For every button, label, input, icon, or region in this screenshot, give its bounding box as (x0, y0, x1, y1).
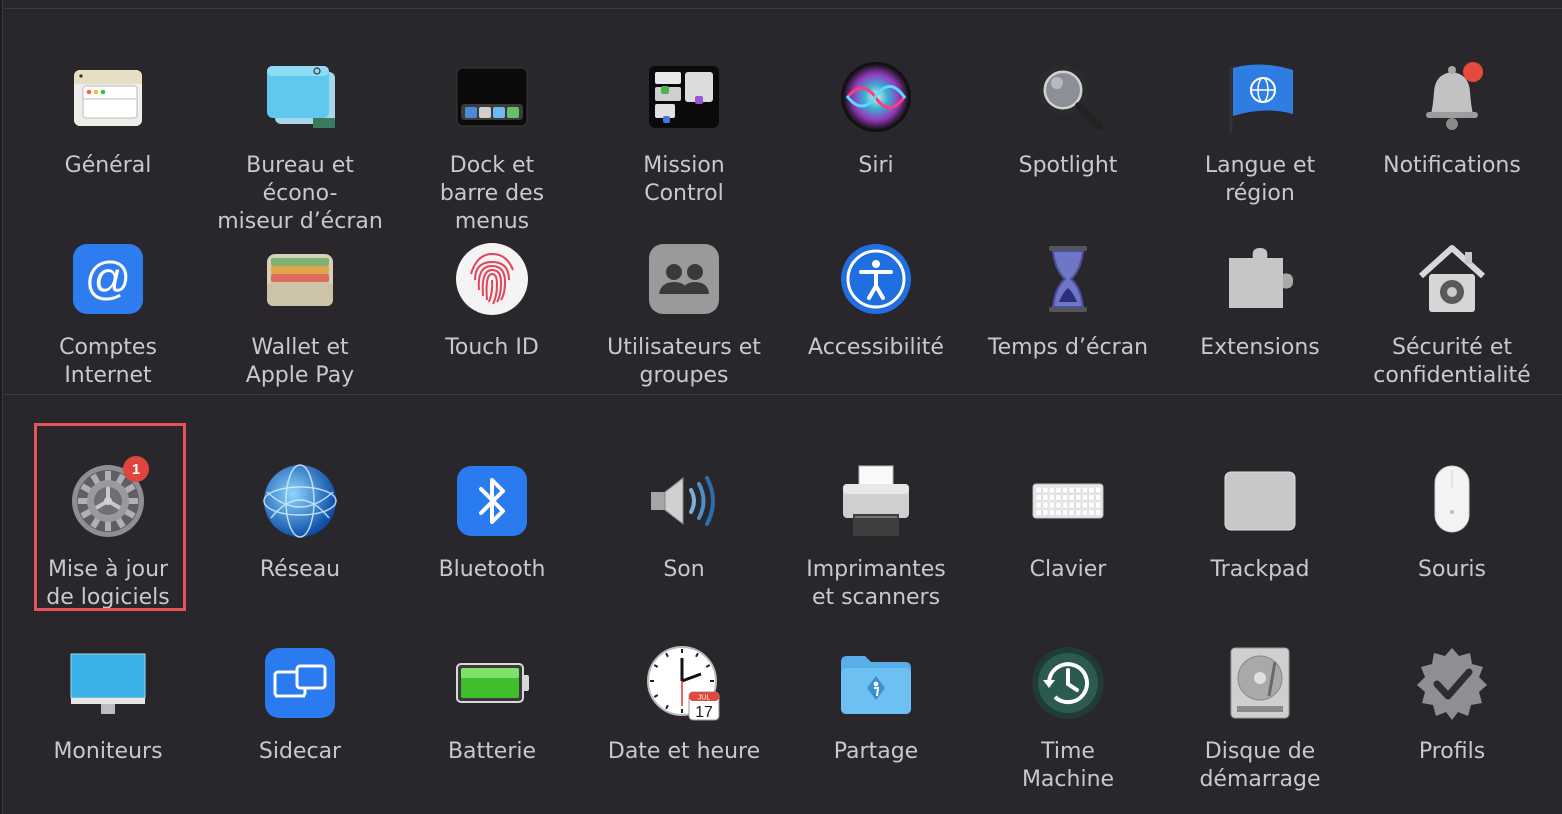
general-icon (69, 58, 147, 136)
sharing-folder-icon (837, 644, 915, 722)
users-groups-icon (645, 240, 723, 318)
pref-pane-label: Réseau (259, 557, 341, 582)
language-region-icon (1221, 58, 1299, 136)
pref-pane-profiles[interactable]: Profils (1356, 598, 1548, 780)
hourglass-icon (1029, 240, 1107, 318)
pref-pane-label: Bluetooth (438, 557, 546, 582)
battery-icon (453, 644, 531, 722)
mouse-icon (1413, 462, 1491, 540)
display-icon (69, 644, 147, 722)
pref-pane-sound[interactable]: Son (588, 416, 780, 598)
network-globe-icon (261, 462, 339, 540)
internet-accounts-icon: @ (69, 240, 147, 318)
svg-text:@: @ (85, 252, 132, 304)
pref-pane-trackpad[interactable]: Trackpad (1164, 416, 1356, 598)
pref-pane-label: Trackpad (1210, 557, 1310, 582)
pref-pane-security[interactable]: Sécurité et confidentialité (1356, 194, 1548, 388)
keyboard-icon (1029, 462, 1107, 540)
pref-pane-label: Notifications (1383, 153, 1521, 178)
section-divider (2, 394, 1562, 395)
pref-pane-label: Profils (1418, 739, 1486, 764)
pref-pane-screen-time[interactable]: Temps d’écran (972, 194, 1164, 376)
pref-pane-notifications[interactable]: Notifications (1356, 12, 1548, 194)
pref-pane-label: Souris (1418, 557, 1486, 582)
time-machine-icon (1029, 644, 1107, 722)
pref-pane-label: Partage (833, 739, 919, 764)
pref-pane-internet-accounts[interactable]: @ Comptes Internet (12, 194, 204, 388)
clock-calendar-icon: JUL 17 (645, 644, 723, 722)
pref-pane-spotlight[interactable]: Spotlight (972, 12, 1164, 194)
security-house-icon (1413, 240, 1491, 318)
pref-pane-label: Son (663, 557, 705, 582)
bluetooth-icon (453, 462, 531, 540)
speaker-icon (645, 462, 723, 540)
pref-pane-printers[interactable]: Imprimantes et scanners (780, 416, 972, 610)
trackpad-icon (1221, 462, 1299, 540)
software-update-gear-icon: 1 (69, 456, 149, 540)
spotlight-icon (1029, 58, 1107, 136)
dock-icon (453, 58, 531, 136)
pref-pane-label: Général (64, 153, 152, 178)
svg-text:JUL: JUL (698, 695, 711, 702)
pref-pane-accessibility[interactable]: Accessibilité (780, 194, 972, 376)
pref-pane-language[interactable]: Langue et région (1164, 12, 1356, 206)
pref-pane-label: Date et heure (607, 739, 761, 764)
pref-pane-label: Clavier (1029, 557, 1107, 582)
mission-control-icon (645, 58, 723, 136)
puzzle-icon (1221, 240, 1299, 318)
pref-pane-sidecar[interactable]: Sidecar (204, 598, 396, 780)
siri-icon (837, 58, 915, 136)
desktop-screensaver-icon (261, 58, 339, 136)
pref-pane-startup-disk[interactable]: Disque de démarrage (1164, 598, 1356, 792)
pref-pane-label: Sidecar (258, 739, 342, 764)
pref-pane-label: Temps d’écran (987, 335, 1149, 360)
wallet-icon (261, 240, 339, 318)
pref-pane-network[interactable]: Réseau (204, 416, 396, 598)
pref-pane-displays[interactable]: Moniteurs (12, 598, 204, 780)
pref-pane-sharing[interactable]: Partage (780, 598, 972, 780)
pref-pane-siri[interactable]: Siri (780, 12, 972, 194)
pref-pane-extensions[interactable]: Extensions (1164, 194, 1356, 376)
pref-pane-desktop[interactable]: Bureau et écono- miseur d’écran (204, 12, 396, 234)
pref-pane-wallet[interactable]: Wallet et Apple Pay (204, 194, 396, 388)
pref-pane-label: Wallet et Apple Pay (245, 335, 355, 388)
pref-pane-software-update[interactable]: 1 Mise à jour de logiciels (12, 416, 204, 610)
pref-pane-label: Utilisateurs et groupes (607, 335, 761, 388)
pref-pane-label: Spotlight (1018, 153, 1118, 178)
notifications-icon (1413, 58, 1491, 136)
hard-disk-icon (1221, 644, 1299, 722)
pref-pane-bluetooth[interactable]: Bluetooth (396, 416, 588, 598)
svg-text:17: 17 (695, 704, 713, 721)
update-count-badge: 1 (123, 456, 149, 482)
printer-icon (837, 462, 915, 540)
pref-pane-label: Siri (858, 153, 894, 178)
pref-pane-label: Sécurité et confidentialité (1373, 335, 1531, 388)
pref-pane-date-time[interactable]: JUL 17 Date et heure (588, 598, 780, 780)
profiles-badge-icon (1413, 644, 1491, 722)
pref-pane-label: Moniteurs (53, 739, 163, 764)
fingerprint-icon (453, 240, 531, 318)
pref-pane-label: Disque de démarrage (1199, 739, 1321, 792)
pref-pane-label: Batterie (447, 739, 537, 764)
pref-pane-mouse[interactable]: Souris (1356, 416, 1548, 598)
pref-pane-keyboard[interactable]: Clavier (972, 416, 1164, 598)
accessibility-icon (837, 240, 915, 318)
top-divider (2, 8, 1562, 9)
pref-pane-users[interactable]: Utilisateurs et groupes (588, 194, 780, 388)
pref-pane-label: Time Machine (1021, 739, 1115, 792)
pref-pane-mission-control[interactable]: Mission Control (588, 12, 780, 206)
pref-pane-dock[interactable]: Dock et barre des menus (396, 12, 588, 234)
pref-pane-touch-id[interactable]: Touch ID (396, 194, 588, 376)
pref-pane-battery[interactable]: Batterie (396, 598, 588, 780)
sidecar-icon (261, 644, 339, 722)
pref-pane-general[interactable]: Général (12, 12, 204, 194)
pref-pane-label: Touch ID (445, 335, 539, 360)
pref-pane-label: Comptes Internet (59, 335, 157, 388)
pref-pane-time-machine[interactable]: Time Machine (972, 598, 1164, 792)
pref-pane-label: Extensions (1200, 335, 1320, 360)
pref-pane-label: Accessibilité (808, 335, 944, 360)
